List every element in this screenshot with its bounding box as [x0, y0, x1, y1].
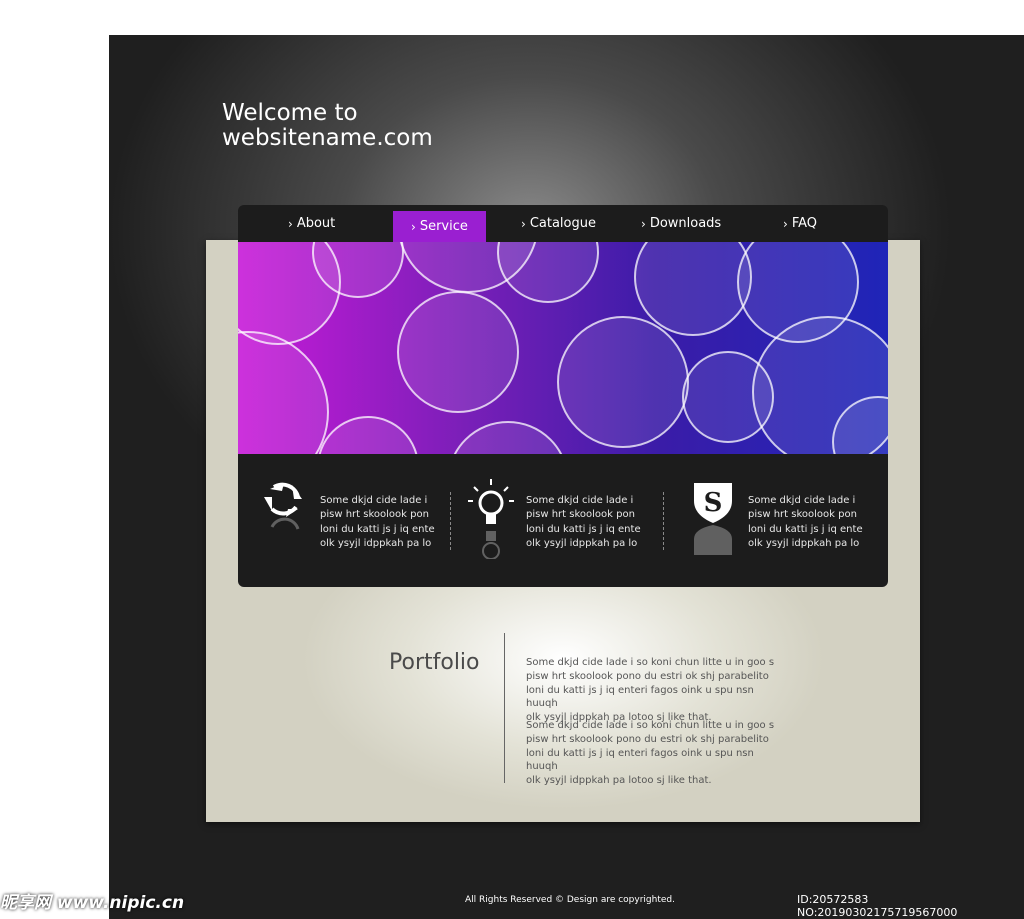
site-title: Welcome to websitename.com	[222, 101, 433, 151]
svg-text:S: S	[704, 488, 723, 518]
chevron-right-icon: ›	[411, 220, 416, 234]
chevron-right-icon: ›	[641, 217, 646, 231]
divider	[663, 492, 664, 550]
shield-s-icon: S	[690, 479, 736, 563]
nav-label: FAQ	[791, 216, 817, 231]
vertical-divider	[504, 633, 505, 783]
watermark-left: 昵享网 www.nipic.cn	[0, 893, 185, 913]
nav-label: About	[296, 216, 336, 231]
watermark-right: ID:20572583 NO:20190302175719567000	[797, 893, 958, 919]
chevron-right-icon: ›	[783, 217, 788, 231]
portfolio-paragraph-1: Some dkjd cide lade i so koni chun litte…	[526, 657, 775, 724]
feature-text: Some dkjd cide lade i pisw hrt skoolook …	[320, 495, 435, 549]
nav-catalogue[interactable]: › Catalogue	[521, 205, 596, 243]
footer-copyright: All Rights Reserved © Design are copyrig…	[465, 895, 675, 905]
feature-item: Some dkjd cide lade i pisw hrt skoolook …	[238, 454, 438, 587]
feature-item: Some dkjd cide lade i pisw hrt skoolook …	[444, 454, 644, 587]
portfolio-paragraph-2: Some dkjd cide lade i so koni chun litte…	[526, 720, 775, 787]
nav-about[interactable]: › About	[288, 205, 335, 243]
features-panel: Some dkjd cide lade i pisw hrt skoolook …	[238, 454, 888, 587]
feature-item: S Some dkjd cide lade i pisw hrt skooloo…	[666, 454, 866, 587]
lightbulb-icon	[468, 479, 514, 563]
title-line-2: websitename.com	[222, 125, 433, 151]
page-background: Welcome to websitename.com › About › Ser…	[109, 35, 1024, 919]
chevron-right-icon: ›	[288, 217, 293, 231]
nav-label: Catalogue	[529, 216, 596, 231]
nav-service[interactable]: › Service	[393, 211, 486, 243]
recycle-arrows-icon	[262, 479, 308, 553]
feature-text: Some dkjd cide lade i pisw hrt skoolook …	[748, 495, 863, 549]
bokeh-image	[238, 242, 888, 454]
portfolio-title: Portfolio	[389, 650, 480, 675]
main-nav: › About › Service › Catalogue › Download…	[238, 205, 888, 243]
chevron-right-icon: ›	[521, 217, 526, 231]
nav-label: Service	[419, 219, 468, 234]
nav-label: Downloads	[649, 216, 722, 231]
nav-downloads[interactable]: › Downloads	[641, 205, 721, 243]
hero-banner	[238, 242, 888, 454]
nav-faq[interactable]: › FAQ	[783, 205, 817, 243]
title-line-1: Welcome to	[222, 100, 358, 126]
feature-text: Some dkjd cide lade i pisw hrt skoolook …	[526, 495, 641, 549]
